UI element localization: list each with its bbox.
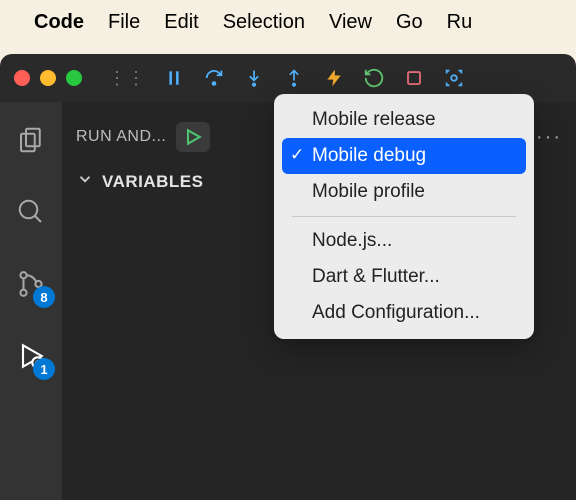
explorer-icon[interactable] — [13, 122, 49, 158]
activity-bar: 8 1 — [0, 102, 62, 500]
variables-label: VARIABLES — [102, 172, 203, 192]
dropdown-item-nodejs[interactable]: Node.js... — [282, 223, 526, 259]
close-window-icon[interactable] — [14, 70, 30, 86]
menu-view[interactable]: View — [329, 11, 372, 34]
check-icon: ✓ — [290, 145, 304, 165]
traffic-lights — [14, 70, 82, 86]
step-over-icon[interactable] — [202, 66, 226, 90]
dropdown-item-mobile-debug[interactable]: ✓ Mobile debug — [282, 138, 526, 174]
dropdown-item-label: Dart & Flutter... — [312, 266, 440, 287]
mac-menubar: Code File Edit Selection View Go Ru — [0, 0, 576, 44]
panel-title: RUN AND... — [76, 128, 166, 146]
launch-config-dropdown: Mobile release ✓ Mobile debug Mobile pro… — [274, 94, 534, 339]
restart-icon[interactable] — [362, 66, 386, 90]
dropdown-separator — [292, 216, 516, 217]
hot-reload-icon[interactable] — [322, 66, 346, 90]
debug-toolbar: ⋮⋮ — [108, 66, 466, 90]
grip-icon[interactable]: ⋮⋮ — [108, 68, 146, 89]
run-debug-icon[interactable]: 1 — [13, 338, 49, 374]
scm-badge: 8 — [33, 286, 55, 308]
dropdown-item-label: Mobile release — [312, 109, 436, 130]
menu-go[interactable]: Go — [396, 11, 423, 34]
menu-edit[interactable]: Edit — [164, 11, 198, 34]
panel-more-icon[interactable]: ··· — [536, 126, 562, 149]
dropdown-item-label: Mobile profile — [312, 181, 425, 202]
step-into-icon[interactable] — [242, 66, 266, 90]
dropdown-item-label: Mobile debug — [312, 145, 426, 166]
screenshot-icon[interactable] — [442, 66, 466, 90]
menu-selection[interactable]: Selection — [223, 11, 305, 34]
menu-app[interactable]: Code — [34, 11, 84, 34]
chevron-down-icon — [76, 170, 94, 193]
pause-icon[interactable] — [162, 66, 186, 90]
dropdown-item-label: Node.js... — [312, 230, 392, 251]
minimize-window-icon[interactable] — [40, 70, 56, 86]
menu-run-cut[interactable]: Ru — [447, 11, 473, 34]
stop-icon[interactable] — [402, 66, 426, 90]
source-control-icon[interactable]: 8 — [13, 266, 49, 302]
start-debug-button[interactable] — [176, 122, 210, 152]
dropdown-item-mobile-profile[interactable]: Mobile profile — [282, 174, 526, 210]
dropdown-item-mobile-release[interactable]: Mobile release — [282, 102, 526, 138]
search-icon[interactable] — [13, 194, 49, 230]
step-out-icon[interactable] — [282, 66, 306, 90]
maximize-window-icon[interactable] — [66, 70, 82, 86]
debug-badge: 1 — [33, 358, 55, 380]
dropdown-item-dart-flutter[interactable]: Dart & Flutter... — [282, 259, 526, 295]
dropdown-item-add-configuration[interactable]: Add Configuration... — [282, 295, 526, 331]
dropdown-item-label: Add Configuration... — [312, 302, 480, 323]
menu-file[interactable]: File — [108, 11, 140, 34]
